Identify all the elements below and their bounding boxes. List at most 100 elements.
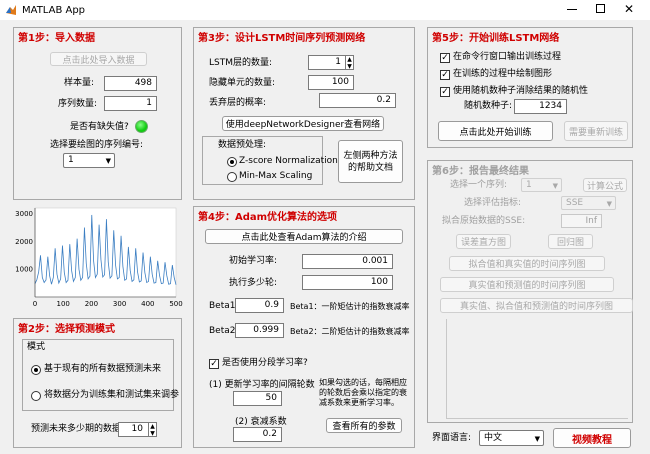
- beta1-field[interactable]: 0.9: [235, 298, 284, 313]
- lr-interval-label: (1) 更新学习率的间隔轮数: [209, 380, 315, 390]
- missing-status-lamp: [135, 120, 148, 133]
- plot-sequence-dropdown[interactable]: 1 ▼: [63, 153, 115, 168]
- lr-interval-field[interactable]: 50: [233, 391, 282, 406]
- minmax-radio[interactable]: [227, 172, 237, 182]
- missing-values-label: 是否有缺失值?: [70, 122, 129, 132]
- chevron-down-icon: ▼: [606, 200, 612, 208]
- title-bar: MATLAB App ✕: [0, 0, 650, 20]
- sequence-count-label: 序列数量:: [58, 99, 98, 109]
- mode-predict-future-label: 基于现有的所有数据预测未来: [44, 364, 162, 374]
- panel-step6-title: 第6步：报告最终结果: [432, 166, 529, 177]
- report-plot-area: [446, 319, 628, 419]
- plot-progress-checkbox[interactable]: ✓: [440, 70, 450, 80]
- minmax-label: Min-Max Scaling: [239, 171, 313, 181]
- language-label: 界面语言:: [432, 433, 472, 443]
- sequence-count-field[interactable]: 1: [104, 96, 157, 111]
- forecast-steps-spinner[interactable]: ▲ ▼: [148, 422, 157, 437]
- preprocess-help-button[interactable]: 左侧两种方法的帮助文档: [338, 140, 403, 183]
- select-metric-label: 选择评估指标:: [464, 198, 522, 208]
- sequence-chart: 0 100 200 300 400 500 1000 2000 3000: [3, 202, 183, 316]
- close-icon[interactable]: ✕: [624, 2, 634, 16]
- maximize-icon[interactable]: [596, 4, 605, 13]
- print-progress-checkbox[interactable]: ✓: [440, 53, 450, 63]
- panel-step4-title: 第4步：Adam优化算法的选项: [198, 212, 338, 223]
- seed-label: 随机数种子:: [464, 101, 513, 111]
- chart-y-tick-label: 1000: [15, 266, 33, 274]
- regression-plot-button[interactable]: 回归图: [548, 234, 593, 249]
- decay-factor-field[interactable]: 0.2: [233, 427, 282, 442]
- language-value: 中文: [484, 433, 503, 443]
- initial-lr-label: 初始学习率:: [229, 256, 278, 266]
- panel-step2-title: 第2步：选择预测模式: [18, 324, 115, 335]
- panel-step6: 第6步：报告最终结果 选择一个序列: 1 ▼ 计算公式 选择评估指标: SSE ▼ …: [427, 160, 633, 423]
- view-params-button[interactable]: 查看所有的参数: [326, 418, 402, 433]
- preprocess-group-title: 数据预处理:: [218, 140, 267, 150]
- select-sequence-label: 选择一个序列:: [450, 180, 508, 190]
- import-data-button[interactable]: 点击此处导入数据: [50, 52, 147, 66]
- error-histogram-button[interactable]: 误差直方图: [456, 234, 511, 249]
- adam-intro-button[interactable]: 点击此处查看Adam算法的介绍: [205, 229, 403, 244]
- beta1-label: Beta1: [209, 301, 236, 311]
- zscore-radio[interactable]: [227, 157, 237, 167]
- print-progress-label: 在命令行窗口输出训练过程: [453, 52, 562, 62]
- retrain-button[interactable]: 需要重新训练: [564, 121, 628, 141]
- mode-train-test-radio[interactable]: [31, 391, 41, 401]
- epochs-label: 执行多少轮:: [229, 278, 278, 288]
- chevron-down-icon: ▼: [552, 182, 558, 190]
- zscore-label: Z-score Normalization: [239, 156, 338, 166]
- random-seed-checkbox[interactable]: ✓: [440, 87, 450, 97]
- piecewise-lr-checkbox[interactable]: ✓: [209, 359, 219, 369]
- hidden-units-field[interactable]: 100: [308, 75, 354, 90]
- fitted-vs-actual-button[interactable]: 拟合值和真实值的时间序列图: [449, 256, 605, 271]
- panel-step3-title: 第3步：设计LSTM时间序列预测网络: [198, 33, 366, 44]
- select-sequence-dropdown[interactable]: 1 ▼: [521, 178, 562, 192]
- window-title: MATLAB App: [22, 5, 86, 16]
- mode-group-title: 模式: [27, 342, 46, 352]
- lstm-layers-spinner[interactable]: ▲ ▼: [345, 55, 354, 70]
- lstm-layers-label: LSTM层的数量:: [209, 58, 273, 68]
- initial-lr-field[interactable]: 0.001: [302, 254, 393, 269]
- panel-step5: 第5步：开始训练LSTM网络 ✓ 在命令行窗口输出训练过程 ✓ 在训练的过程中绘…: [427, 27, 633, 148]
- chart-x-tick-label: 400: [141, 300, 154, 308]
- select-metric-dropdown[interactable]: SSE ▼: [561, 196, 616, 210]
- sample-size-label: 样本量:: [64, 78, 95, 88]
- deep-network-designer-button[interactable]: 使用deepNetworkDesigner查看网络: [222, 116, 384, 131]
- mode-predict-future-radio[interactable]: [31, 365, 41, 375]
- sample-size-field[interactable]: 498: [104, 76, 157, 91]
- beta2-field[interactable]: 0.999: [235, 323, 284, 338]
- chevron-down-icon: ▼: [534, 435, 540, 443]
- dropout-field[interactable]: 0.2: [319, 93, 396, 108]
- piecewise-note: 如果勾选的话，每隔相应的轮数后会乘以指定的衰减系数来更新学习率。: [319, 378, 407, 407]
- beta2-description: Beta2：二阶矩估计的指数衰减率: [290, 327, 410, 336]
- preprocess-help-label: 左侧两种方法的帮助文档: [343, 150, 398, 173]
- formula-button[interactable]: 计算公式: [583, 178, 627, 192]
- actual-vs-predicted-button[interactable]: 真实值和预测值的时间序列图: [440, 277, 614, 292]
- chart-x-tick-label: 0: [33, 300, 37, 308]
- start-training-button[interactable]: 点击此处开始训练: [438, 121, 553, 141]
- epochs-field[interactable]: 100: [302, 275, 393, 290]
- panel-step2: 第2步：选择预测模式 模式 基于现有的所有数据预测未来 将数据分为训练集和测试集…: [13, 318, 182, 448]
- select-sequence-value: 1: [526, 180, 532, 190]
- forecast-steps-label: 预测未来多少期的数据?: [31, 424, 126, 434]
- hidden-units-label: 隐藏单元的数量:: [209, 78, 276, 88]
- mode-train-test-label: 将数据分为训练集和测试集来调参: [44, 390, 180, 400]
- panel-step5-title: 第5步：开始训练LSTM网络: [432, 33, 560, 44]
- chart-x-tick-label: 100: [57, 300, 70, 308]
- sse-field[interactable]: Inf: [561, 214, 602, 228]
- video-tutorial-button[interactable]: 视频教程: [553, 428, 631, 448]
- language-dropdown[interactable]: 中文 ▼: [479, 430, 544, 446]
- select-metric-value: SSE: [566, 198, 584, 208]
- plot-progress-label: 在训练的过程中绘制图形: [453, 69, 553, 79]
- minimize-icon[interactable]: [567, 9, 577, 10]
- panel-step1-title: 第1步：导入数据: [18, 33, 95, 44]
- plot-sequence-value: 1: [68, 155, 74, 165]
- beta1-description: Beta1：一阶矩估计的指数衰减率: [290, 302, 410, 311]
- dropout-label: 丢弃层的概率:: [209, 98, 267, 108]
- all-series-button[interactable]: 真实值、拟合值和预测值的时间序列图: [440, 298, 633, 313]
- chart-x-tick-label: 200: [85, 300, 98, 308]
- seed-field[interactable]: 1234: [514, 99, 567, 114]
- beta2-label: Beta2: [209, 326, 236, 336]
- panel-step4: 第4步：Adam优化算法的选项 点击此处查看Adam算法的介绍 初始学习率: 0…: [193, 206, 415, 448]
- sse-label: 拟合原始数据的SSE:: [442, 216, 526, 226]
- chart-y-tick-label: 3000: [15, 210, 33, 218]
